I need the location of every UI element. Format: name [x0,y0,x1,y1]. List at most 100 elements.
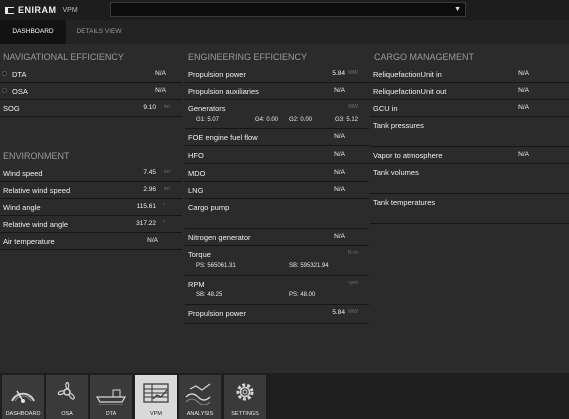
foe-engine-fuel-flow-label: FOE engine fuel flow [188,133,258,142]
tank-pressures-label: Tank pressures [373,121,424,130]
propulsion-auxiliaries-value: N/A [334,87,345,94]
wave-analysis-icon [185,383,211,405]
propulsion-power-secondary-unit: MW [348,309,358,315]
rpm-unit: rpm [348,280,358,286]
generators-row: Generators MW G1: 5.07 G4: 0.00 G2: 0.00… [185,100,369,129]
nav-vpm[interactable]: VPM [135,375,177,419]
gauge-icon [11,390,35,403]
wind-speed-unit: kn [164,169,170,175]
propulsion-power-label: Propulsion power [188,70,246,79]
nitrogen-generator-row: Nitrogen generator N/A [185,229,369,246]
generator-g4-value: G4: 0.00 [255,117,279,123]
nav-dashboard[interactable]: DASHBOARD [2,375,44,419]
osa-row[interactable]: OSA N/A [0,83,182,100]
chevron-down-icon[interactable]: ▼ [454,6,461,13]
relative-wind-speed-unit: kn [164,186,170,192]
air-temperature-label: Air temperature [3,237,55,246]
nav-osa-label: OSA [61,411,73,417]
tank-volumes-label: Tank volumes [373,168,419,177]
mdo-label: MDO [188,169,206,178]
torque-unit: N·m [347,250,358,256]
hfo-row: HFO N/A [185,147,369,164]
tab-details-view[interactable]: DETAILS VIEW [66,20,132,44]
generators-unit: MW [348,104,358,110]
reliquefaction-out-label: ReliquefactionUnit out [373,87,447,96]
nav-dashboard-label: DASHBOARD [5,411,41,417]
cargo-pump-row: Cargo pump [185,199,369,229]
top-bar: ENIRAM VPM ▼ [0,0,569,20]
relative-wind-angle-row: Relative wind angle 317.22 ° [0,216,182,233]
propulsion-power-row: Propulsion power 5.84 MW [185,66,369,83]
sog-value: 9.10 [143,104,156,111]
reliquefaction-in-label: ReliquefactionUnit in [373,70,442,79]
wind-angle-unit: ° [162,203,165,209]
bottom-nav: DASHBOARD OSA DTA VPM ANALYSIS SETTINGS [0,373,569,419]
nav-analysis[interactable]: ANALYSIS [179,375,221,419]
generators-label: Generators [188,104,226,113]
generator-g2-value: G2: 0.00 [289,117,313,123]
dta-row[interactable]: DTA N/A [0,66,182,83]
relative-wind-angle-value: 317.22 [136,220,156,227]
relative-wind-speed-label: Relative wind speed [3,186,71,195]
tank-pressures-row: Tank pressures [370,117,569,147]
tab-dashboard[interactable]: DASHBOARD [0,20,66,44]
reliquefaction-out-row: ReliquefactionUnit out N/A [370,83,569,100]
brand-name: ENIRAM [18,5,57,15]
osa-label: OSA [12,87,28,96]
vapor-to-atmosphere-label: Vapor to atmosphere [373,151,443,160]
foe-engine-fuel-flow-row: FOE engine fuel flow N/A [185,129,369,146]
reliquefaction-in-row: ReliquefactionUnit in N/A [370,66,569,83]
table-chart-icon [143,383,169,403]
propulsion-power-secondary-label: Propulsion power [188,309,246,318]
wind-speed-row: Wind speed 7.45 kn [0,165,182,182]
gear-icon [236,383,254,401]
gcu-in-value: N/A [518,104,529,111]
nav-dta-label: DTA [105,411,117,417]
generator-g1-value: G1: 5.07 [196,117,220,123]
nav-dta[interactable]: DTA [90,375,132,419]
environment-title: ENVIRONMENT [3,151,70,161]
air-temperature-row: Air temperature N/A [0,233,182,250]
relative-wind-speed-row: Relative wind speed 2.96 kn [0,182,182,199]
torque-sb-value: SB: 595321.94 [289,263,329,269]
propulsion-power-secondary-value: 5.84 [332,309,345,316]
radio-dot-icon[interactable] [2,88,7,93]
vapor-to-atmosphere-value: N/A [518,151,529,158]
vessel-select[interactable]: ▼ [110,2,466,17]
dta-value: N/A [155,70,166,77]
torque-ps-value: PS: 565061.31 [196,263,236,269]
navigational-efficiency-title: NAVIGATIONAL EFFICIENCY [3,52,124,62]
propulsion-power-value: 5.84 [332,70,345,77]
eniram-logo: ENIRAM VPM [5,5,78,15]
tank-temperatures-label: Tank temperatures [373,198,436,207]
wind-angle-row: Wind angle 115.61 ° [0,199,182,216]
cargo-management-title: CARGO MANAGEMENT [374,52,475,62]
hfo-label: HFO [188,151,204,160]
view-tabs: DASHBOARD DETAILS VIEW [0,20,569,44]
mdo-value: N/A [334,169,345,176]
torque-row: Torque N·m PS: 565061.31 SB: 595321.94 [185,246,369,276]
nav-settings[interactable]: SETTINGS [224,375,266,419]
tank-volumes-row: Tank volumes [370,164,569,194]
nitrogen-generator-label: Nitrogen generator [188,233,251,242]
radio-dot-icon[interactable] [2,71,7,76]
nav-osa[interactable]: OSA [46,375,88,419]
lng-label: LNG [188,186,204,195]
engineering-efficiency-title: ENGINEERING EFFICIENCY [188,52,308,62]
air-temperature-value: N/A [147,237,158,244]
nitrogen-generator-value: N/A [334,233,345,240]
lng-value: N/A [334,186,345,193]
torque-label: Torque [188,250,211,259]
rpm-sb-value: SB: 48.25 [196,292,223,298]
vapor-to-atmosphere-row: Vapor to atmosphere N/A [370,147,569,164]
propulsion-auxiliaries-row: Propulsion auxiliaries N/A [185,83,369,100]
propulsion-auxiliaries-label: Propulsion auxiliaries [188,87,259,96]
product-name: VPM [62,6,78,14]
hfo-value: N/A [334,151,345,158]
propulsion-power-unit: MW [348,70,358,76]
relative-wind-angle-unit: ° [162,220,165,226]
lng-row: LNG N/A [185,182,369,199]
sog-label: SOG [3,104,20,113]
reliquefaction-out-value: N/A [518,87,529,94]
rpm-row: RPM rpm SB: 48.25 PS: 48.00 [185,276,369,305]
